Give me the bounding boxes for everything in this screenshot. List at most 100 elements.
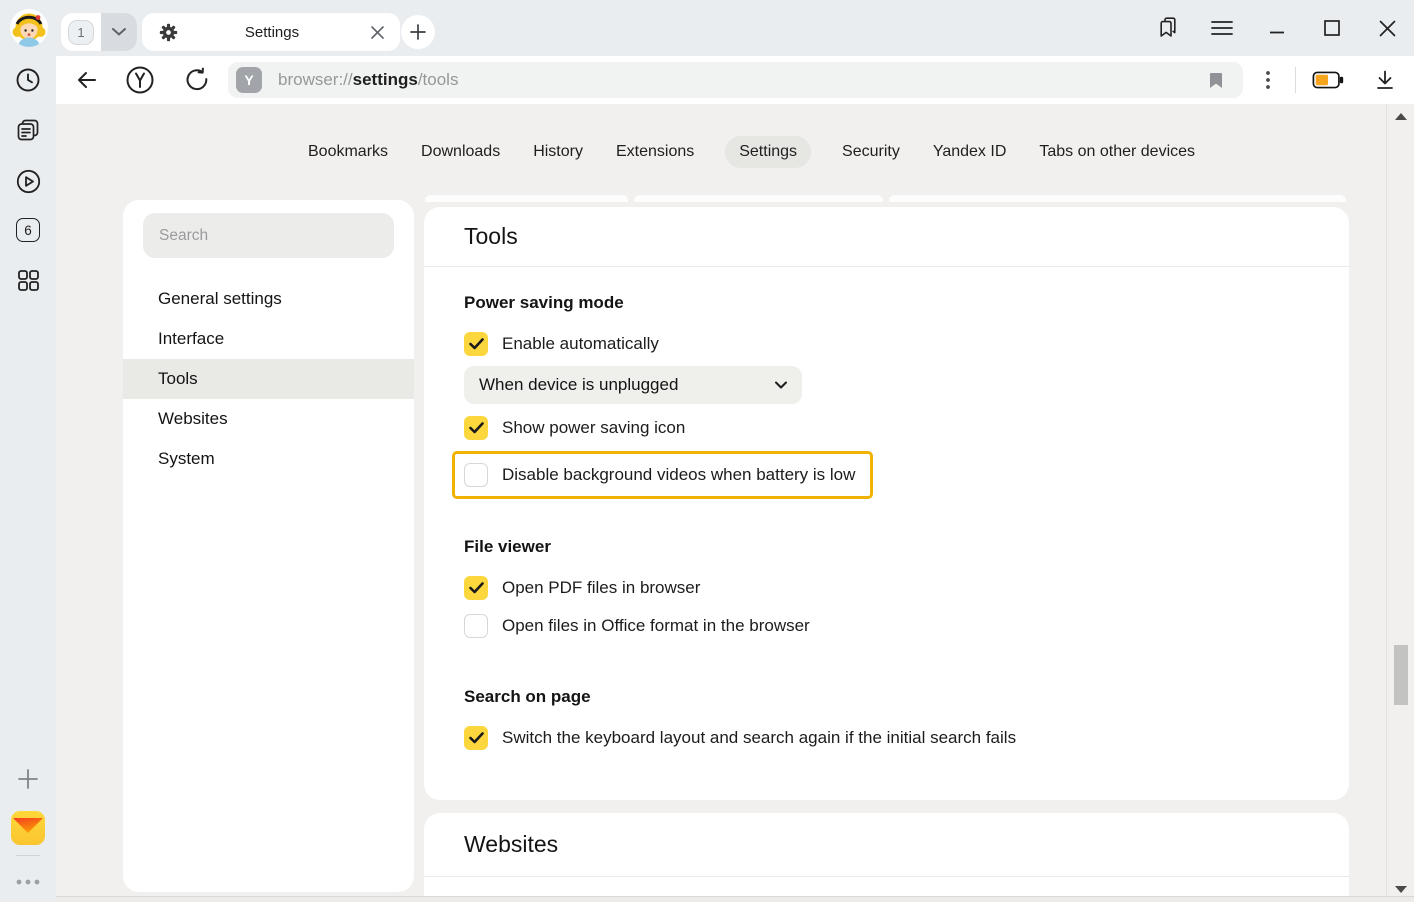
- minimize-icon: [1269, 20, 1285, 36]
- scrollbar-thumb[interactable]: [1394, 645, 1408, 705]
- feed-button[interactable]: [0, 110, 56, 150]
- checkbox-row-show-power-saving-icon[interactable]: Show power saving icon: [464, 409, 1309, 447]
- apps-grid-button[interactable]: [0, 260, 56, 300]
- mail-app-icon: [11, 811, 45, 845]
- bookmarks-panel-button[interactable]: [1154, 15, 1180, 41]
- checkbox-checked-icon[interactable]: [464, 416, 488, 440]
- checkbox-row-enable-automatically[interactable]: Enable automatically: [464, 325, 1309, 363]
- close-icon: [371, 26, 384, 39]
- url-text[interactable]: browser://settings/tools: [278, 70, 1205, 90]
- sidebar-item-general-settings[interactable]: General settings: [123, 279, 414, 319]
- highlight-frame: Disable background videos when battery i…: [452, 451, 873, 499]
- checkbox-unchecked-icon[interactable]: [464, 614, 488, 638]
- page-title: Tools: [424, 207, 1349, 267]
- checkbox-unchecked-icon[interactable]: [464, 463, 488, 487]
- tab-title: Settings: [178, 24, 366, 41]
- scroll-down-arrow[interactable]: [1395, 886, 1407, 893]
- power-saving-trigger-dropdown[interactable]: When device is unplugged: [464, 366, 802, 404]
- nav-tab-settings[interactable]: Settings: [725, 136, 811, 168]
- sidebar-item-websites[interactable]: Websites: [123, 399, 414, 439]
- settings-sections-list: General settings Interface Tools Website…: [123, 279, 414, 479]
- side-rail: 6: [0, 56, 56, 902]
- nav-tab-security[interactable]: Security: [840, 136, 902, 168]
- power-saving-button[interactable]: [1312, 56, 1346, 104]
- checkbox-row-open-pdf[interactable]: Open PDF files in browser: [464, 569, 1309, 607]
- reload-button[interactable]: [180, 56, 214, 104]
- plus-icon: [17, 768, 39, 790]
- settings-sidebar: General settings Interface Tools Website…: [123, 200, 414, 892]
- address-bar[interactable]: Y browser://settings/tools: [228, 62, 1243, 98]
- checkbox-row-open-office[interactable]: Open files in Office format in the brows…: [464, 607, 1309, 645]
- video-button[interactable]: [0, 161, 56, 201]
- nav-tab-extensions[interactable]: Extensions: [614, 136, 696, 168]
- section-heading-search-on-page: Search on page: [464, 687, 1309, 707]
- page-scrollbar[interactable]: [1386, 104, 1414, 902]
- tab-close-button[interactable]: [366, 21, 388, 43]
- toolbar-separator: [1295, 67, 1296, 93]
- window-bottom-edge: [56, 896, 1414, 902]
- maximize-button[interactable]: [1319, 15, 1345, 41]
- nav-tab-yandex-id[interactable]: Yandex ID: [931, 136, 1009, 168]
- sidebar-item-interface[interactable]: Interface: [123, 319, 414, 359]
- bookmark-icon[interactable]: [1205, 69, 1227, 91]
- new-tab-button[interactable]: [401, 15, 435, 49]
- news-icon: [15, 117, 41, 143]
- menu-button[interactable]: [1209, 15, 1235, 41]
- rail-downloads-button[interactable]: 6: [0, 210, 56, 250]
- close-icon: [1379, 20, 1396, 37]
- tab-group-count: 1: [61, 13, 101, 51]
- clock-icon: [15, 67, 41, 93]
- yandex-logo-icon: [125, 65, 155, 95]
- reload-icon: [184, 67, 210, 93]
- checkbox-row-switch-keyboard-layout[interactable]: Switch the keyboard layout and search ag…: [464, 719, 1309, 757]
- back-arrow-icon: [75, 68, 99, 92]
- site-badge-icon: Y: [236, 67, 262, 93]
- card-edge-strip: [425, 195, 628, 202]
- browser-window: 1 Settings: [0, 0, 1414, 902]
- rail-divider: [16, 855, 40, 856]
- tab-group-expand-button[interactable]: [101, 13, 137, 51]
- yandex-mail-button[interactable]: [0, 808, 56, 848]
- checkbox-checked-icon[interactable]: [464, 332, 488, 356]
- nav-tab-other-devices[interactable]: Tabs on other devices: [1037, 136, 1197, 168]
- downloads-button[interactable]: [1368, 56, 1402, 104]
- section-heading-power-saving: Power saving mode: [464, 293, 1309, 313]
- chevron-down-icon: [775, 381, 787, 389]
- ellipsis-icon: [16, 879, 40, 885]
- minimize-button[interactable]: [1264, 15, 1290, 41]
- rail-more-button[interactable]: [0, 862, 56, 902]
- chevron-down-icon: [112, 28, 126, 36]
- sidebar-item-tools[interactable]: Tools: [123, 359, 414, 399]
- card-edge-strip: [889, 195, 1346, 202]
- nav-tab-history[interactable]: History: [531, 136, 585, 168]
- toolbar: Y browser://settings/tools: [56, 56, 1414, 104]
- browser-home-button[interactable]: [123, 56, 157, 104]
- settings-nav: Bookmarks Downloads History Extensions S…: [306, 135, 1197, 169]
- sidebar-item-system[interactable]: System: [123, 439, 414, 479]
- nav-tab-bookmarks[interactable]: Bookmarks: [306, 136, 390, 168]
- search-input[interactable]: [143, 213, 394, 258]
- checkbox-row-disable-background-videos[interactable]: Disable background videos when battery i…: [464, 461, 855, 489]
- history-button[interactable]: [0, 60, 56, 100]
- websites-card-title: Websites: [424, 813, 1349, 877]
- battery-icon: [1312, 69, 1346, 91]
- settings-page: Bookmarks Downloads History Extensions S…: [56, 104, 1414, 902]
- play-icon: [15, 168, 42, 195]
- add-panel-button[interactable]: [0, 759, 56, 799]
- card-edge-strip: [634, 195, 883, 202]
- scroll-up-arrow[interactable]: [1395, 113, 1407, 120]
- hamburger-icon: [1211, 20, 1233, 36]
- tab-settings[interactable]: Settings: [142, 13, 400, 51]
- checkbox-checked-icon[interactable]: [464, 576, 488, 600]
- downloads-count-badge: 6: [16, 218, 40, 242]
- tab-group[interactable]: 1: [61, 13, 137, 51]
- more-actions-button[interactable]: [1251, 56, 1285, 104]
- back-button[interactable]: [70, 56, 104, 104]
- checkbox-checked-icon[interactable]: [464, 726, 488, 750]
- close-window-button[interactable]: [1374, 15, 1400, 41]
- grid-icon: [16, 268, 40, 292]
- download-icon: [1374, 69, 1396, 91]
- nav-tab-downloads[interactable]: Downloads: [419, 136, 502, 168]
- profile-avatar[interactable]: [10, 9, 48, 47]
- titlebar: 1 Settings: [0, 0, 1414, 56]
